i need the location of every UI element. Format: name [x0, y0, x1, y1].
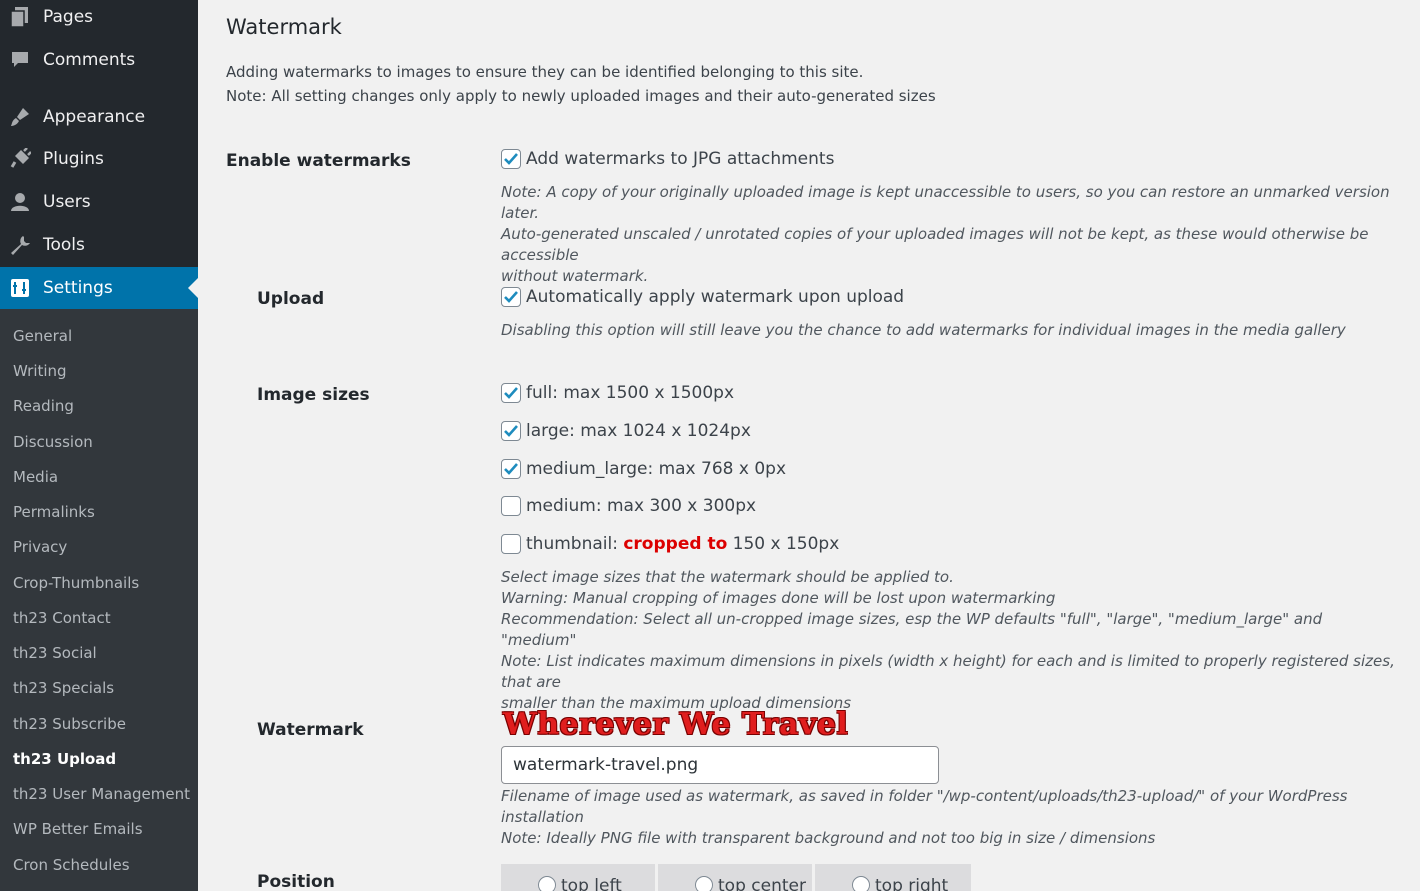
submenu-item-th23-social[interactable]: th23 Social [13, 644, 97, 662]
watermark-label: Watermark [257, 720, 364, 740]
position-top-center[interactable]: top center [658, 864, 812, 891]
intro-text: Adding watermarks to images to ensure th… [226, 63, 864, 81]
size-option-medium[interactable]: medium: max 300 x 300px [501, 496, 756, 516]
desc-line: Note: List indicates maximum dimensions … [501, 652, 1395, 691]
page-title: Watermark [226, 15, 342, 39]
menu-label: Pages [43, 7, 94, 27]
sizes-description: Select image sizes that the watermark sh… [501, 567, 1401, 714]
position-top-left[interactable]: top left [501, 864, 655, 891]
menu-label: Users [43, 192, 91, 212]
submenu-item-permalinks[interactable]: Permalinks [13, 503, 95, 521]
submenu-item-crop-thumbnails[interactable]: Crop-Thumbnails [13, 574, 139, 592]
menu-label: Comments [43, 50, 136, 70]
menu-item-plugins[interactable]: Plugins [0, 139, 198, 179]
option-label: large: max 1024 x 1024px [526, 421, 751, 441]
radio-top-left[interactable] [538, 876, 556, 891]
position-label: Position [257, 872, 335, 891]
desc-line: Note: Ideally PNG file with transparent … [501, 829, 1156, 847]
desc-line: Recommendation: Select all un-cropped im… [501, 610, 1323, 649]
menu-label: Settings [43, 278, 113, 298]
option-label: medium_large: max 768 x 0px [526, 459, 787, 479]
size-option-large[interactable]: large: max 1024 x 1024px [501, 421, 751, 441]
size-checkbox-large[interactable] [501, 421, 521, 441]
submenu-item-general[interactable]: General [13, 327, 72, 345]
settings-icon [9, 277, 31, 299]
appearance-icon [9, 106, 31, 128]
users-icon [9, 191, 31, 213]
desc-line: Note: A copy of your originally uploaded… [501, 183, 1390, 222]
tools-icon [9, 234, 31, 256]
enable-description: Note: A copy of your originally uploaded… [501, 182, 1420, 287]
position-option-label: top right [875, 876, 949, 891]
submenu-item-th23-user-management[interactable]: th23 User Management [13, 785, 190, 803]
menu-label: Plugins [43, 149, 104, 169]
intro-note: Note: All setting changes only apply to … [226, 87, 936, 105]
desc-line: without watermark. [501, 267, 649, 285]
enable-watermarks-checkbox[interactable] [501, 149, 521, 169]
auto-apply-checkbox[interactable] [501, 287, 521, 307]
submenu-item-reading[interactable]: Reading [13, 397, 74, 415]
radio-top-center[interactable] [695, 876, 713, 891]
auto-apply-option[interactable]: Automatically apply watermark upon uploa… [501, 287, 904, 307]
submenu-item-writing[interactable]: Writing [13, 362, 67, 380]
menu-item-pages[interactable]: Pages [0, 0, 198, 37]
option-label: medium: max 300 x 300px [526, 496, 757, 516]
menu-label: Tools [43, 235, 85, 255]
watermark-description: Filename of image used as watermark, as … [501, 786, 1420, 849]
submenu-item-th23-contact[interactable]: th23 Contact [13, 609, 111, 627]
menu-item-comments[interactable]: Comments [0, 40, 198, 80]
size-checkbox-thumbnail[interactable] [501, 534, 521, 554]
thumb-suffix: 150 x 150px [727, 534, 840, 554]
desc-line: Warning: Manual cropping of images done … [501, 589, 1056, 607]
pages-icon [9, 6, 31, 28]
menu-item-users[interactable]: Users [0, 182, 198, 222]
position-option-label: top left [561, 876, 622, 891]
option-label: Add watermarks to JPG attachments [526, 149, 835, 169]
watermark-filename-input[interactable]: watermark-travel.png [501, 746, 939, 784]
size-option-full[interactable]: full: max 1500 x 1500px [501, 383, 734, 403]
admin-sidebar: Pages Comments Appearance Plugins Users … [0, 0, 198, 891]
upload-description: Disabling this option will still leave y… [501, 321, 1346, 339]
submenu-item-discussion[interactable]: Discussion [13, 433, 93, 451]
upload-label: Upload [257, 289, 325, 309]
size-option-thumbnail[interactable]: thumbnail: cropped to 150 x 150px [501, 534, 839, 554]
menu-item-appearance[interactable]: Appearance [0, 97, 198, 137]
desc-line: Auto-generated unscaled / unrotated copi… [501, 225, 1369, 264]
plugins-icon [9, 148, 31, 170]
menu-label: Appearance [43, 107, 146, 127]
desc-line: Filename of image used as watermark, as … [501, 787, 1348, 826]
submenu-item-th23-subscribe[interactable]: th23 Subscribe [13, 715, 126, 733]
position-option-label: top center [718, 876, 806, 891]
settings-submenu: General Writing Reading Discussion Media… [0, 309, 198, 891]
submenu-item-th23-upload[interactable]: th23 Upload [13, 750, 116, 768]
option-label: full: max 1500 x 1500px [526, 383, 735, 403]
main-content: Watermark Adding watermarks to images to… [198, 0, 1420, 891]
menu-item-tools[interactable]: Tools [0, 225, 198, 265]
menu-item-settings[interactable]: Settings [0, 267, 198, 309]
cropped-warning: cropped to [623, 534, 728, 554]
option-label: Automatically apply watermark upon uploa… [526, 287, 905, 307]
submenu-item-th23-specials[interactable]: th23 Specials [13, 679, 114, 697]
enable-label: Enable watermarks [226, 151, 411, 171]
size-option-medium-large[interactable]: medium_large: max 768 x 0px [501, 459, 786, 479]
desc-line: Select image sizes that the watermark sh… [501, 568, 954, 586]
size-checkbox-full[interactable] [501, 383, 521, 403]
submenu-item-wp-better-emails[interactable]: WP Better Emails [13, 820, 143, 838]
submenu-item-cron-schedules[interactable]: Cron Schedules [13, 856, 130, 874]
comments-icon [9, 49, 31, 71]
submenu-item-media[interactable]: Media [13, 468, 58, 486]
enable-watermarks-option[interactable]: Add watermarks to JPG attachments [501, 149, 834, 169]
active-arrow [188, 278, 198, 298]
position-top-right[interactable]: top right [815, 864, 971, 891]
thumb-prefix: thumbnail: [526, 534, 624, 554]
watermark-preview: Wherever We Travel [503, 707, 849, 742]
size-checkbox-medium[interactable] [501, 496, 521, 516]
size-checkbox-medium-large[interactable] [501, 459, 521, 479]
submenu-item-privacy[interactable]: Privacy [13, 538, 67, 556]
image-sizes-label: Image sizes [257, 385, 370, 405]
radio-top-right[interactable] [852, 876, 870, 891]
